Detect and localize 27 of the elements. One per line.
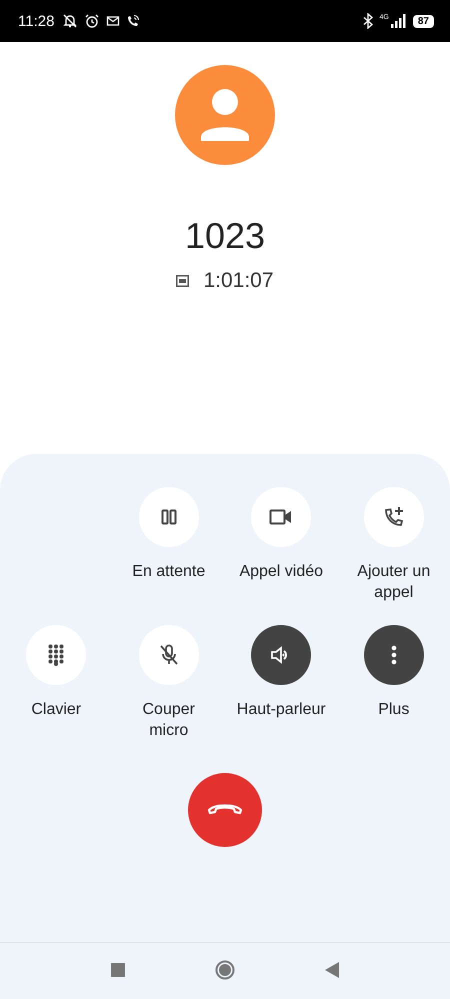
mail-icon [106, 14, 120, 28]
more-icon [390, 645, 397, 665]
home-button[interactable] [215, 960, 235, 980]
control-label: Haut-parleur [236, 700, 326, 720]
pause-icon [160, 508, 178, 526]
caller-number: 1023 [184, 215, 266, 257]
alarm-icon [84, 13, 100, 29]
back-button[interactable] [325, 962, 339, 978]
video-camera-icon [269, 508, 294, 526]
signal-icon [390, 14, 407, 28]
bell-off-icon [62, 13, 78, 29]
hd-icon [176, 275, 190, 287]
clock-time: 11:28 [18, 12, 54, 30]
control-label: Appel vidéo [239, 562, 324, 582]
bluetooth-icon [362, 13, 374, 29]
battery-level: 87 [412, 14, 434, 28]
control-label: Plus [378, 700, 410, 720]
control-label: Couper micro [142, 700, 196, 741]
dialpad-icon [48, 644, 64, 666]
call-duration: 1:01:07 [203, 269, 274, 293]
control-label: Clavier [31, 700, 82, 720]
avatar-icon [175, 65, 275, 165]
phone-call-icon [126, 14, 140, 28]
control-label: En attente [132, 562, 206, 582]
phone-plus-icon [382, 506, 405, 528]
control-label: Ajouter un appel [356, 562, 432, 603]
mic-off-icon [158, 644, 179, 666]
